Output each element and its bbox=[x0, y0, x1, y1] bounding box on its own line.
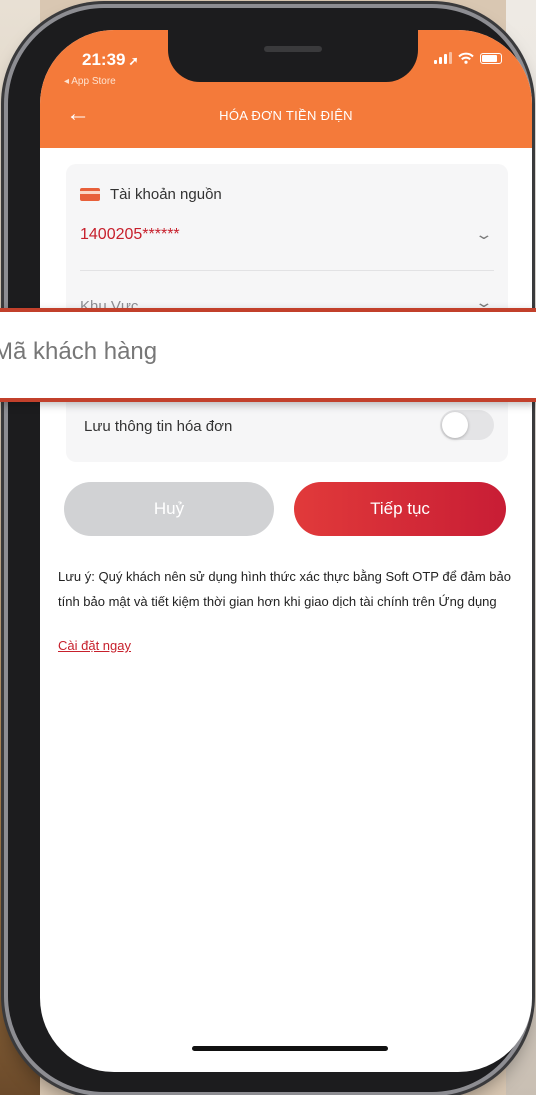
battery-icon bbox=[480, 52, 502, 64]
source-account-label: Tài khoản nguồn bbox=[110, 186, 222, 203]
chevron-down-icon[interactable]: ⌄ bbox=[475, 226, 494, 243]
back-to-app-store[interactable]: ◂ App Store bbox=[64, 76, 116, 87]
location-arrow-icon: ➚ bbox=[128, 54, 139, 68]
notch bbox=[168, 30, 418, 82]
customer-code-field-zoom[interactable]: Mã khách hàng bbox=[0, 308, 536, 402]
app-header: 21:39 ➚ ◂ App Store ← HÓA ĐƠN TIỀN ĐIỆN bbox=[40, 30, 532, 148]
source-account-select[interactable]: 1400205****** bbox=[80, 226, 180, 244]
page-title: HÓA ĐƠN TIỀN ĐIỆN bbox=[219, 108, 353, 123]
wifi-icon bbox=[458, 52, 474, 64]
status-icons bbox=[434, 52, 502, 64]
home-indicator[interactable] bbox=[192, 1046, 388, 1051]
save-invoice-label: Lưu thông tin hóa đơn bbox=[84, 418, 233, 435]
customer-code-input[interactable]: Mã khách hàng bbox=[0, 338, 157, 366]
speaker bbox=[264, 46, 322, 52]
save-invoice-toggle[interactable] bbox=[440, 410, 494, 440]
signal-icon bbox=[434, 52, 452, 64]
install-now-link[interactable]: Cài đặt ngay bbox=[58, 638, 131, 653]
divider bbox=[80, 270, 494, 271]
app-screen: 21:39➚ ◂ App Store ← HÓA ĐƠN TIỀN ĐIỆN bbox=[40, 30, 532, 1072]
status-time: 21:39 ➚ bbox=[82, 50, 139, 69]
source-account-label-row: Tài khoản nguồn bbox=[80, 186, 222, 203]
toggle-knob bbox=[442, 412, 468, 438]
soft-otp-note: Lưu ý: Quý khách nên sử dụng hình thức x… bbox=[58, 569, 512, 609]
cancel-button[interactable]: Huỷ bbox=[64, 482, 274, 536]
phone-frame: 21:39➚ ◂ App Store ← HÓA ĐƠN TIỀN ĐIỆN bbox=[8, 8, 532, 1092]
continue-button[interactable]: Tiếp tục bbox=[294, 482, 506, 536]
card-icon bbox=[80, 188, 100, 201]
